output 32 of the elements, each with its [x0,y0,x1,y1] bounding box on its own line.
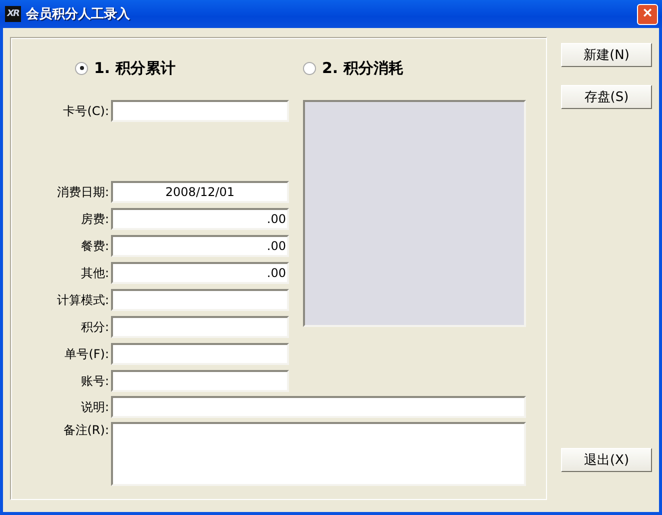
card-number-field[interactable] [111,100,289,122]
field-label: 卡号(C): [62,102,109,120]
input-field[interactable]: .00 [111,208,289,230]
field-label: 房费: [80,210,109,228]
field-label: 备注(R): [62,422,109,439]
close-button[interactable]: × [637,4,658,24]
action-button[interactable]: 存盘(S) [561,85,652,109]
field-label: 餐费: [80,238,109,254]
radio-button[interactable] [303,62,316,74]
input-field[interactable]: .00 [111,235,289,257]
remarks-field[interactable] [111,422,526,486]
input-field[interactable]: .00 [111,262,289,284]
field-label: 计算模式: [56,292,109,308]
app-logo-icon: XR [5,6,21,22]
field-label: 消费日期: [56,184,109,200]
input-field[interactable] [111,316,289,338]
radio-label[interactable]: 1. 积分累计 [94,58,176,78]
description-field[interactable] [111,396,526,418]
radio-button[interactable] [75,62,88,74]
action-button[interactable]: 新建(N) [561,43,652,67]
input-field[interactable] [111,289,289,311]
input-field[interactable] [111,370,289,392]
radio-label[interactable]: 2. 积分消耗 [322,58,404,78]
window-title: 会员积分人工录入 [26,6,131,23]
field-label: 单号(F): [64,346,109,362]
field-label: 说明: [80,398,109,416]
input-field[interactable]: 2008/12/01 [111,181,289,203]
field-label: 其他: [80,264,109,282]
exit-button[interactable]: 退出(X) [561,448,652,472]
field-label: 积分: [80,318,109,336]
input-field[interactable] [111,343,289,365]
field-label: 账号: [80,372,109,390]
